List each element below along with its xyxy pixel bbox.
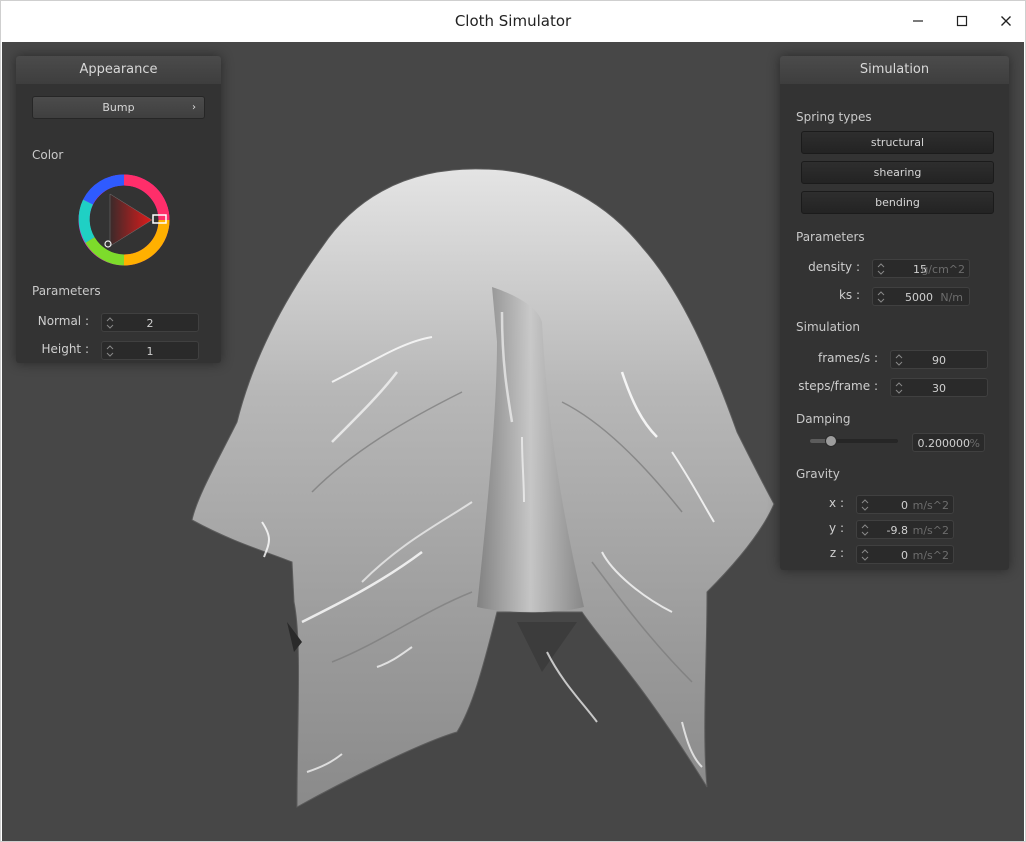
spf-label: steps/frame : xyxy=(798,379,878,393)
damping-slider-thumb[interactable] xyxy=(825,435,838,447)
color-section-label: Color xyxy=(32,148,64,162)
spin-arrows-icon xyxy=(861,524,869,536)
fps-label: frames/s : xyxy=(818,351,878,365)
spf-spinbox[interactable]: 30 xyxy=(890,378,988,397)
gravity-z-unit: m/s^2 xyxy=(912,549,949,562)
gravity-z-label: z : xyxy=(829,546,844,560)
spring-structural-button[interactable]: structural xyxy=(801,131,994,154)
spring-shearing-button[interactable]: shearing xyxy=(801,161,994,184)
height-spinbox[interactable]: 1 xyxy=(101,341,199,360)
ks-value: 5000 xyxy=(905,291,933,304)
ks-label: ks : xyxy=(838,288,860,302)
ks-spinbox[interactable]: 5000 N/m xyxy=(872,287,970,306)
damping-value: 0.200000 xyxy=(917,437,971,450)
simulation-panel-title: Simulation xyxy=(780,56,1009,84)
normal-label: Normal : xyxy=(37,314,89,328)
spin-arrows-icon xyxy=(877,263,885,275)
maximize-button[interactable] xyxy=(949,9,975,33)
spring-bending-button[interactable]: bending xyxy=(801,191,994,214)
gravity-label: Gravity xyxy=(796,467,840,481)
ks-unit: N/m xyxy=(940,291,963,304)
gravity-y-value: -9.8 xyxy=(886,524,908,537)
appearance-panel: Appearance Bump › Color Parameters Norma… xyxy=(16,56,221,363)
fps-value: 90 xyxy=(932,354,946,367)
gravity-x-unit: m/s^2 xyxy=(912,499,949,512)
gravity-y-spinbox[interactable]: -9.8 m/s^2 xyxy=(856,520,954,539)
shader-dropdown-button[interactable]: Bump › xyxy=(32,96,205,119)
appearance-params-label: Parameters xyxy=(32,284,101,298)
gravity-x-label: x : xyxy=(829,496,844,510)
simulation-panel: Simulation Spring types structural shear… xyxy=(780,56,1009,570)
normal-value: 2 xyxy=(146,317,154,330)
damping-field[interactable]: 0.200000 % xyxy=(912,433,985,452)
spring-types-label: Spring types xyxy=(796,110,872,124)
appearance-panel-title: Appearance xyxy=(16,56,221,84)
fps-spinbox[interactable]: 90 xyxy=(890,350,988,369)
density-spinbox[interactable]: 15 g/cm^2 xyxy=(872,259,970,278)
chevron-right-icon: › xyxy=(192,102,196,113)
gravity-x-value: 0 xyxy=(901,499,908,512)
window-title: Cloth Simulator xyxy=(454,12,572,30)
gravity-z-value: 0 xyxy=(901,549,908,562)
shader-button-label: Bump xyxy=(102,101,135,114)
gravity-y-unit: m/s^2 xyxy=(912,524,949,537)
spin-arrows-icon xyxy=(877,291,885,303)
normal-spinbox[interactable]: 2 xyxy=(101,313,199,332)
minimize-icon xyxy=(913,20,923,22)
height-label: Height : xyxy=(41,342,89,356)
density-unit: g/cm^2 xyxy=(921,263,965,276)
gravity-y-label: y : xyxy=(829,521,844,535)
spf-value: 30 xyxy=(932,382,946,395)
simulation-section-label: Simulation xyxy=(796,320,860,334)
render-viewport[interactable]: Appearance Bump › Color Parameters Norma… xyxy=(2,42,1024,841)
spin-arrows-icon xyxy=(861,499,869,511)
damping-slider[interactable] xyxy=(810,435,898,447)
gravity-z-spinbox[interactable]: 0 m/s^2 xyxy=(856,545,954,564)
maximize-icon xyxy=(956,15,968,27)
title-bar: Cloth Simulator xyxy=(1,1,1025,41)
minimize-button[interactable] xyxy=(905,9,931,33)
close-icon xyxy=(1001,16,1011,26)
close-button[interactable] xyxy=(993,9,1019,33)
height-value: 1 xyxy=(146,345,154,358)
app-window: Cloth Simulator Appearance Bump › Color … xyxy=(0,0,1026,842)
spin-arrows-icon xyxy=(861,549,869,561)
color-wheel[interactable] xyxy=(76,172,172,268)
damping-label: Damping xyxy=(796,412,851,426)
damping-unit: % xyxy=(969,437,980,450)
density-label: density : xyxy=(808,260,860,274)
gravity-x-spinbox[interactable]: 0 m/s^2 xyxy=(856,495,954,514)
sim-params-label: Parameters xyxy=(796,230,865,244)
